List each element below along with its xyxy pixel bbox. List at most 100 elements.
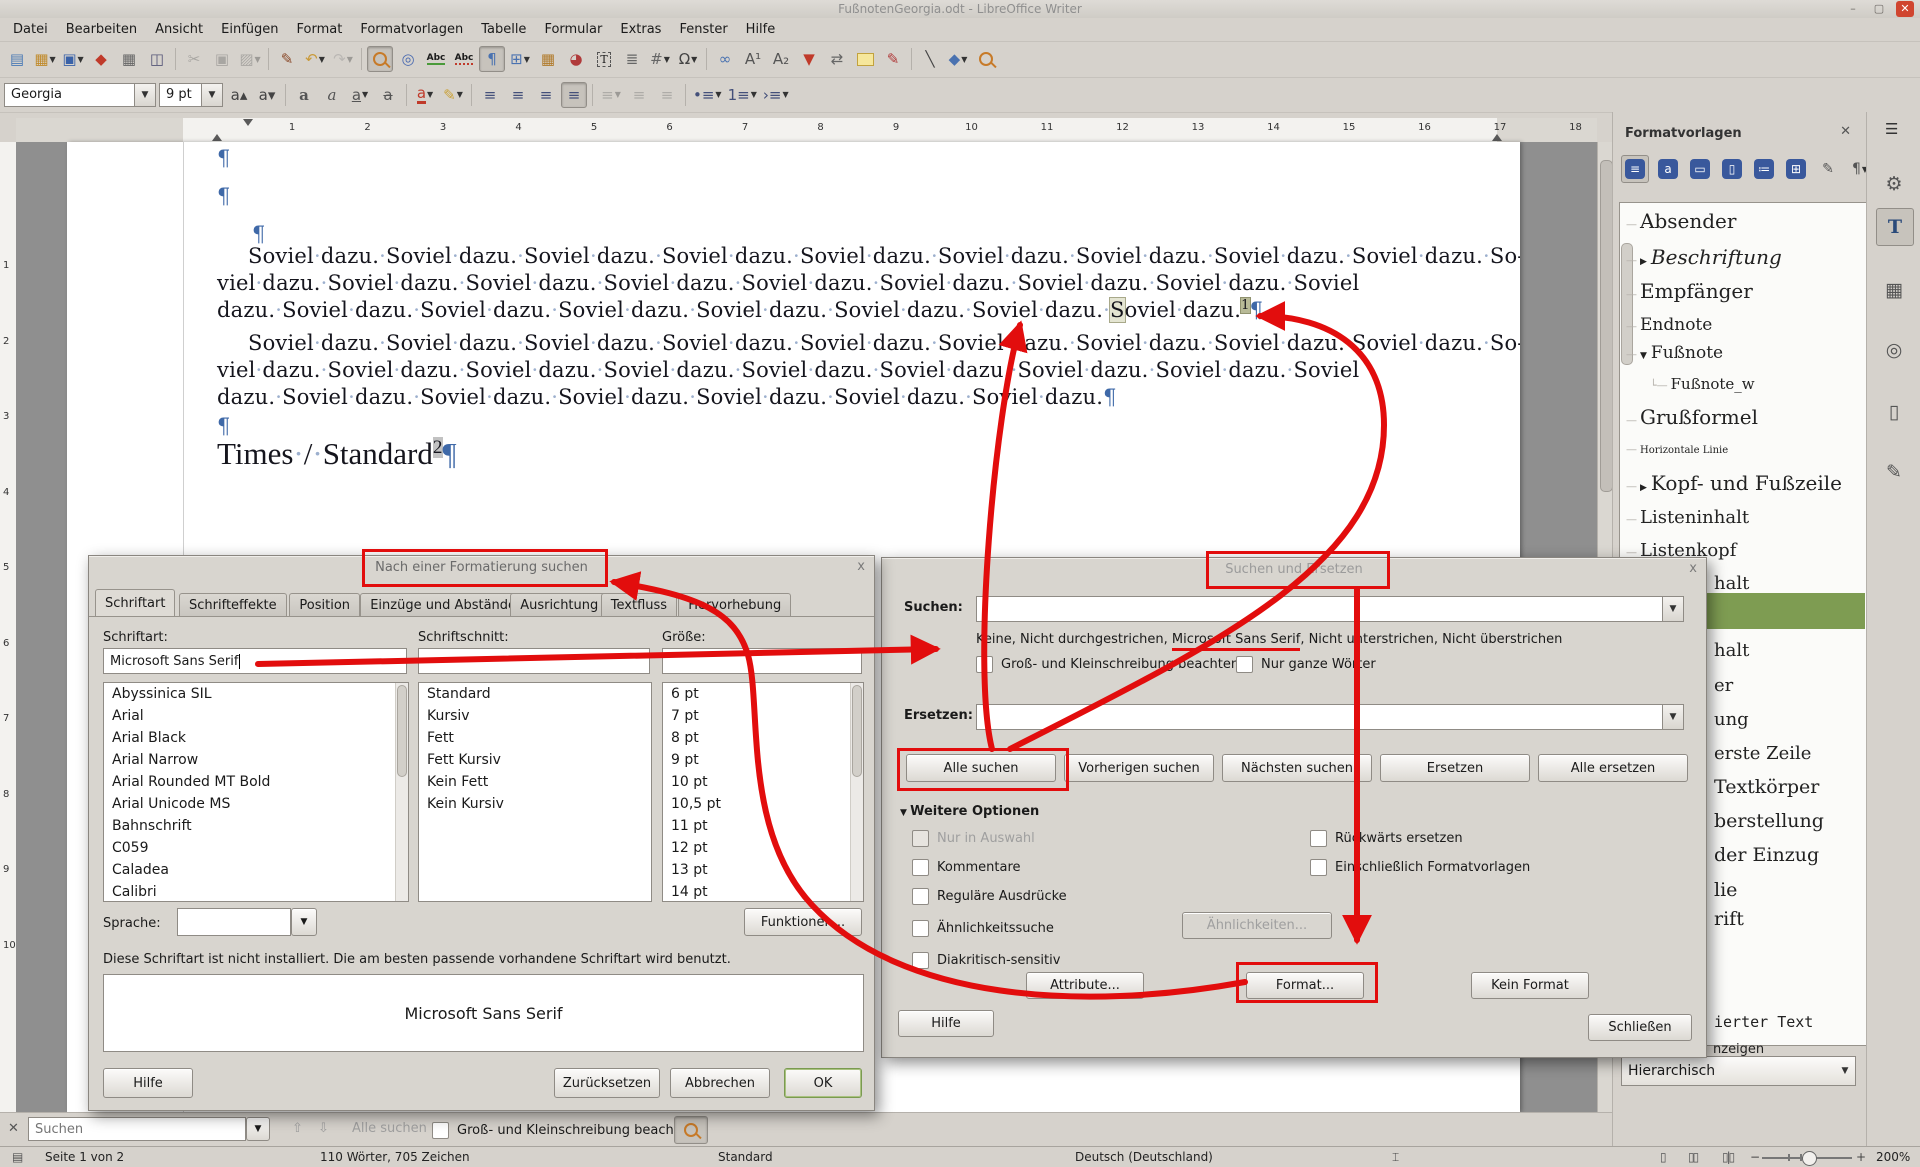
button-vorherigen-suchen[interactable]: Vorherigen suchen xyxy=(1064,754,1214,782)
style-entry-fu-note[interactable]: —▼Fußnote xyxy=(1620,343,1852,363)
style-entry-absender[interactable]: —Absender xyxy=(1620,209,1852,233)
checkbox-icon[interactable] xyxy=(1236,656,1253,673)
justify-icon[interactable]: ≡ xyxy=(561,82,587,108)
menu-tabelle[interactable]: Tabelle xyxy=(472,18,535,41)
menu-datei[interactable]: Datei xyxy=(4,18,57,41)
scrollbar[interactable] xyxy=(850,683,863,901)
format-button[interactable]: Format... xyxy=(1246,972,1364,999)
sidebar-menu-icon[interactable]: ☰ xyxy=(1885,120,1898,138)
auto-spellcheck-icon[interactable]: Abc xyxy=(451,46,477,72)
insert-footnote-icon[interactable]: A¹ xyxy=(740,46,766,72)
find-next-icon[interactable]: ⇩ xyxy=(318,1121,329,1136)
checkbox-icon[interactable] xyxy=(912,920,929,937)
decrease-paragraph-spacing-icon[interactable]: ≡ xyxy=(654,82,680,108)
grow-font-icon[interactable]: a▴ xyxy=(226,82,252,108)
option-hnlichkeitssuche[interactable]: Ähnlichkeitssuche xyxy=(912,920,1054,937)
maximize-icon[interactable]: ▢ xyxy=(1870,1,1888,17)
horizontal-ruler[interactable]: 123456789101112131415161718 xyxy=(16,118,1597,143)
paragraph-styles-icon[interactable]: ≡ xyxy=(1621,155,1649,183)
close-button[interactable]: Schließen xyxy=(1588,1014,1692,1041)
style-item-kein-kursiv[interactable]: Kein Kursiv xyxy=(419,793,651,815)
clone-formatting-icon[interactable]: ✎ xyxy=(274,46,300,72)
menu-hilfe[interactable]: Hilfe xyxy=(737,18,785,41)
chevron-down-icon[interactable]: ▼ xyxy=(715,90,721,99)
font-style-input[interactable] xyxy=(418,648,650,674)
style-entry-horizontale-linie[interactable]: —Horizontale Linie xyxy=(1620,443,1852,456)
style-entry-empf-nger[interactable]: —Empfänger xyxy=(1620,279,1852,303)
no-format-button[interactable]: Kein Format xyxy=(1471,972,1589,999)
insert-mode-icon[interactable]: ⌶ xyxy=(1392,1147,1399,1167)
expand-icon[interactable]: ▶ xyxy=(1640,483,1647,493)
search-input[interactable]: ▼ xyxy=(976,596,1684,622)
collapse-icon[interactable]: ▼ xyxy=(1640,351,1647,361)
style-item-fett[interactable]: Fett xyxy=(419,727,651,749)
highlighting-color-icon[interactable]: ✎▼ xyxy=(440,82,466,108)
scrollbar-thumb[interactable] xyxy=(397,685,407,777)
print-preview-icon[interactable]: ◫ xyxy=(144,46,170,72)
basic-shapes-icon[interactable]: ◆▼ xyxy=(945,46,971,72)
expand-icon[interactable]: ▶ xyxy=(1640,257,1647,267)
button-alle-ersetzen[interactable]: Alle ersetzen xyxy=(1538,754,1688,782)
checkbox-icon[interactable] xyxy=(976,656,993,673)
page-styles-icon[interactable]: ▯ xyxy=(1719,156,1745,182)
tab-hervorhebung[interactable]: Hervorhebung xyxy=(678,593,791,616)
increase-paragraph-spacing-icon[interactable]: ≡ xyxy=(626,82,652,108)
track-changes-icon[interactable]: ✎ xyxy=(880,46,906,72)
style-entry-endnote[interactable]: —Endnote xyxy=(1620,315,1852,335)
special-character-icon[interactable]: Ω▼ xyxy=(675,46,701,72)
menu-fenster[interactable]: Fenster xyxy=(670,18,736,41)
menu-formatvorlagen[interactable]: Formatvorlagen xyxy=(351,18,472,41)
size-item-8-pt[interactable]: 8 pt xyxy=(663,727,863,749)
checkbox-icon[interactable] xyxy=(1310,830,1327,847)
font-item-arial[interactable]: Arial xyxy=(104,705,408,727)
checkbox-icon[interactable] xyxy=(912,952,929,969)
chevron-down-icon[interactable]: ▼ xyxy=(961,55,967,64)
formatting-marks-icon[interactable]: ¶ xyxy=(479,46,505,72)
chevron-down-icon[interactable]: ▼ xyxy=(615,90,621,99)
match-case-checkbox[interactable]: Groß- und Kleinschreibung beachten xyxy=(432,1122,695,1139)
button-ersetzen[interactable]: Ersetzen xyxy=(1380,754,1530,782)
size-item-9-pt[interactable]: 9 pt xyxy=(663,749,863,771)
search-dropdown-button[interactable]: ▼ xyxy=(246,1117,270,1141)
insert-page-break-icon[interactable]: ≣ xyxy=(619,46,645,72)
align-right-icon[interactable]: ≡ xyxy=(533,82,559,108)
find-and-replace-icon[interactable] xyxy=(367,46,393,72)
font-size-list[interactable]: 6 pt7 pt8 pt9 pt10 pt10,5 pt11 pt12 pt13… xyxy=(662,682,864,902)
chevron-down-icon[interactable]: ▼ xyxy=(782,90,788,99)
font-item-caladea[interactable]: Caladea xyxy=(104,859,408,881)
fill-format-mode-icon[interactable]: ✎ xyxy=(1815,156,1841,182)
line-spacing-icon[interactable]: ≡▼ xyxy=(598,82,624,108)
right-indent-marker[interactable] xyxy=(1492,134,1502,141)
table-styles-icon[interactable]: ⊞ xyxy=(1783,156,1809,182)
size-item-10-5-pt[interactable]: 10,5 pt xyxy=(663,793,863,815)
insert-text-box-icon[interactable]: T xyxy=(591,46,617,72)
cross-reference-icon[interactable]: ⇄ xyxy=(824,46,850,72)
chevron-down-icon[interactable]: ▼ xyxy=(201,84,222,106)
insert-endnote-icon[interactable]: A₂ xyxy=(768,46,794,72)
menu-formular[interactable]: Formular xyxy=(535,18,611,41)
chevron-down-icon[interactable]: ▼ xyxy=(255,55,261,64)
sidebar-settings-icon[interactable]: ⚙ xyxy=(1876,166,1912,202)
align-left-icon[interactable]: ≡ xyxy=(477,82,503,108)
option-kommentare[interactable]: Kommentare xyxy=(912,859,1021,876)
font-item-arial-rounded-mt-bold[interactable]: Arial Rounded MT Bold xyxy=(104,771,408,793)
help-button[interactable]: Hilfe xyxy=(898,1010,994,1037)
option-diakritisch-sensitiv[interactable]: Diakritisch-sensitiv xyxy=(912,952,1060,969)
insert-comment-icon[interactable] xyxy=(852,46,878,72)
chevron-down-icon[interactable]: ▼ xyxy=(347,55,353,64)
size-item-6-pt[interactable]: 6 pt xyxy=(663,683,863,705)
replace-input[interactable]: ▼ xyxy=(976,704,1684,730)
chevron-down-icon[interactable]: ▼ xyxy=(457,90,463,99)
button-alle-suchen[interactable]: Alle suchen xyxy=(906,754,1056,782)
chevron-down-icon[interactable]: ▼ xyxy=(1662,705,1683,729)
book-view-icon[interactable]: ▯|▯ xyxy=(1722,1147,1733,1167)
unordered-list-icon[interactable]: •≡▼ xyxy=(691,82,724,108)
redo-icon[interactable]: ↷▼ xyxy=(330,46,356,72)
style-entry-fu-note-w[interactable]: └—Fußnote_w xyxy=(1620,375,1852,393)
style-item-fett-kursiv[interactable]: Fett Kursiv xyxy=(419,749,651,771)
font-name-input[interactable]: Microsoft Sans Serif xyxy=(103,648,407,674)
vertical-ruler[interactable]: 12345678910 xyxy=(0,142,17,1112)
style-item-standard[interactable]: Standard xyxy=(419,683,651,705)
checkbox-icon[interactable] xyxy=(912,859,929,876)
font-size-combo[interactable]: 9 pt ▼ xyxy=(159,83,223,107)
